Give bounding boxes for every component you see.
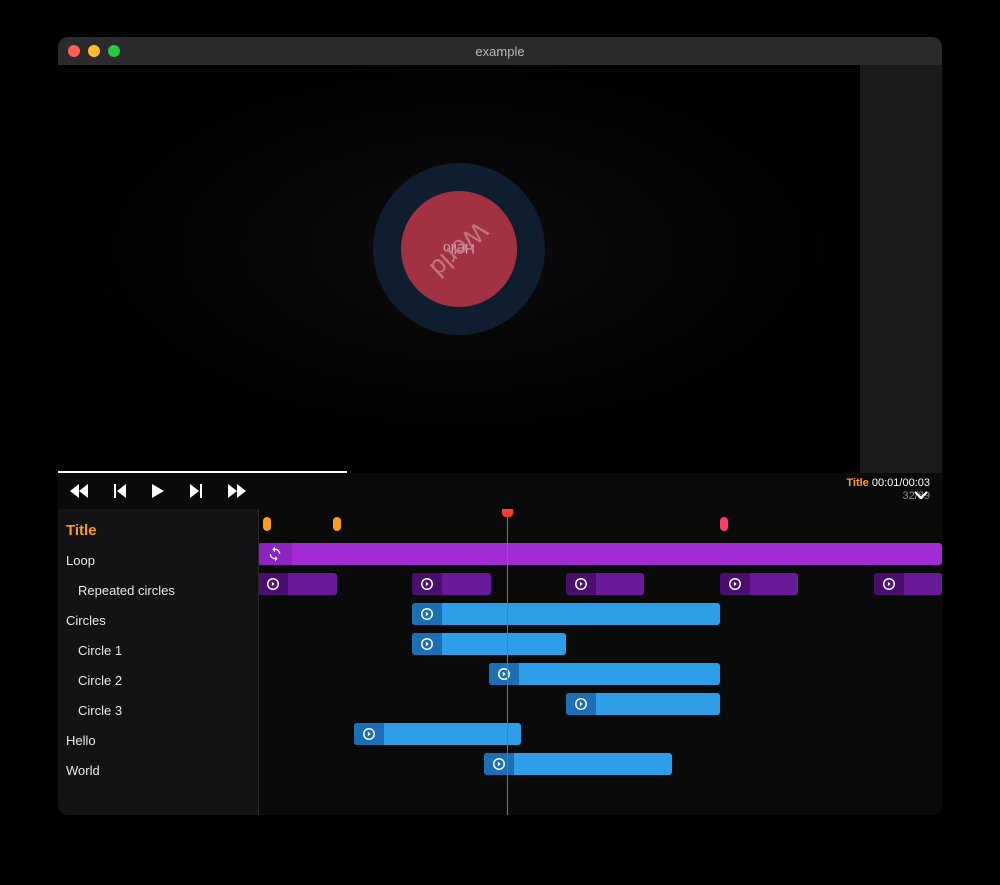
rewind-button[interactable]	[70, 484, 88, 498]
clip[interactable]	[258, 543, 942, 565]
next-frame-button[interactable]	[190, 484, 202, 498]
clip[interactable]	[720, 573, 799, 595]
chevron-down-icon[interactable]	[914, 488, 928, 503]
playhead[interactable]	[507, 509, 508, 815]
track-row[interactable]	[258, 599, 942, 629]
track-label[interactable]: Repeated circles	[58, 575, 258, 605]
clip[interactable]	[566, 573, 645, 595]
track-row[interactable]	[258, 749, 942, 779]
preview-gutter	[860, 65, 942, 473]
outer-circle: Hello World	[373, 163, 545, 335]
clip[interactable]	[412, 603, 720, 625]
track-row[interactable]	[258, 539, 942, 569]
app-window: example Hello World	[58, 37, 942, 815]
target-icon[interactable]	[412, 573, 442, 595]
current-track-label: Title	[846, 477, 868, 489]
target-icon[interactable]	[354, 723, 384, 745]
transport-controls	[70, 484, 246, 498]
play-button[interactable]	[152, 484, 164, 498]
target-icon[interactable]	[566, 573, 596, 595]
clip[interactable]	[484, 753, 672, 775]
target-icon[interactable]	[566, 693, 596, 715]
titlebar: example	[58, 37, 942, 65]
track-row[interactable]	[258, 719, 942, 749]
timeline-marker[interactable]	[720, 517, 728, 531]
target-icon[interactable]	[484, 753, 514, 775]
timeline-header: Title	[58, 515, 258, 545]
clip[interactable]	[258, 573, 337, 595]
track-row[interactable]	[258, 689, 942, 719]
track-row[interactable]	[258, 629, 942, 659]
column-divider	[258, 509, 259, 815]
clip[interactable]	[354, 723, 522, 745]
inner-circle: Hello World	[401, 191, 517, 307]
target-icon[interactable]	[489, 663, 519, 685]
canvas[interactable]: Hello World	[58, 65, 860, 473]
preview-pane: Hello World	[58, 65, 942, 473]
world-text: World	[424, 215, 494, 284]
prev-frame-button[interactable]	[114, 484, 126, 498]
track-label[interactable]: Circle 2	[58, 665, 258, 695]
loop-icon[interactable]	[258, 543, 292, 565]
track-area[interactable]	[258, 509, 942, 815]
clip[interactable]	[489, 663, 720, 685]
transport-bar: Title 00:01/00:03 32/89	[58, 473, 942, 509]
timeline-marker[interactable]	[333, 517, 341, 531]
clip[interactable]	[874, 573, 942, 595]
traffic-lights	[68, 45, 120, 57]
track-row[interactable]	[258, 659, 942, 689]
target-icon[interactable]	[412, 633, 442, 655]
track-label[interactable]: World	[58, 755, 258, 785]
track-row[interactable]	[258, 569, 942, 599]
target-icon[interactable]	[258, 573, 288, 595]
close-icon[interactable]	[68, 45, 80, 57]
ruler[interactable]	[258, 509, 942, 539]
timeline: Title LoopRepeated circlesCirclesCircle …	[58, 509, 942, 815]
track-label[interactable]: Circle 3	[58, 695, 258, 725]
clip[interactable]	[412, 633, 566, 655]
track-label-column: Title LoopRepeated circlesCirclesCircle …	[58, 509, 258, 815]
target-icon[interactable]	[720, 573, 750, 595]
clip[interactable]	[566, 693, 720, 715]
window-title: example	[58, 44, 942, 59]
timeline-marker[interactable]	[263, 517, 271, 531]
track-label[interactable]: Loop	[58, 545, 258, 575]
track-label[interactable]: Circle 1	[58, 635, 258, 665]
target-icon[interactable]	[412, 603, 442, 625]
minimize-icon[interactable]	[88, 45, 100, 57]
fast-forward-button[interactable]	[228, 484, 246, 498]
track-label[interactable]: Hello	[58, 725, 258, 755]
target-icon[interactable]	[874, 573, 904, 595]
track-label[interactable]: Circles	[58, 605, 258, 635]
clip[interactable]	[412, 573, 491, 595]
zoom-icon[interactable]	[108, 45, 120, 57]
